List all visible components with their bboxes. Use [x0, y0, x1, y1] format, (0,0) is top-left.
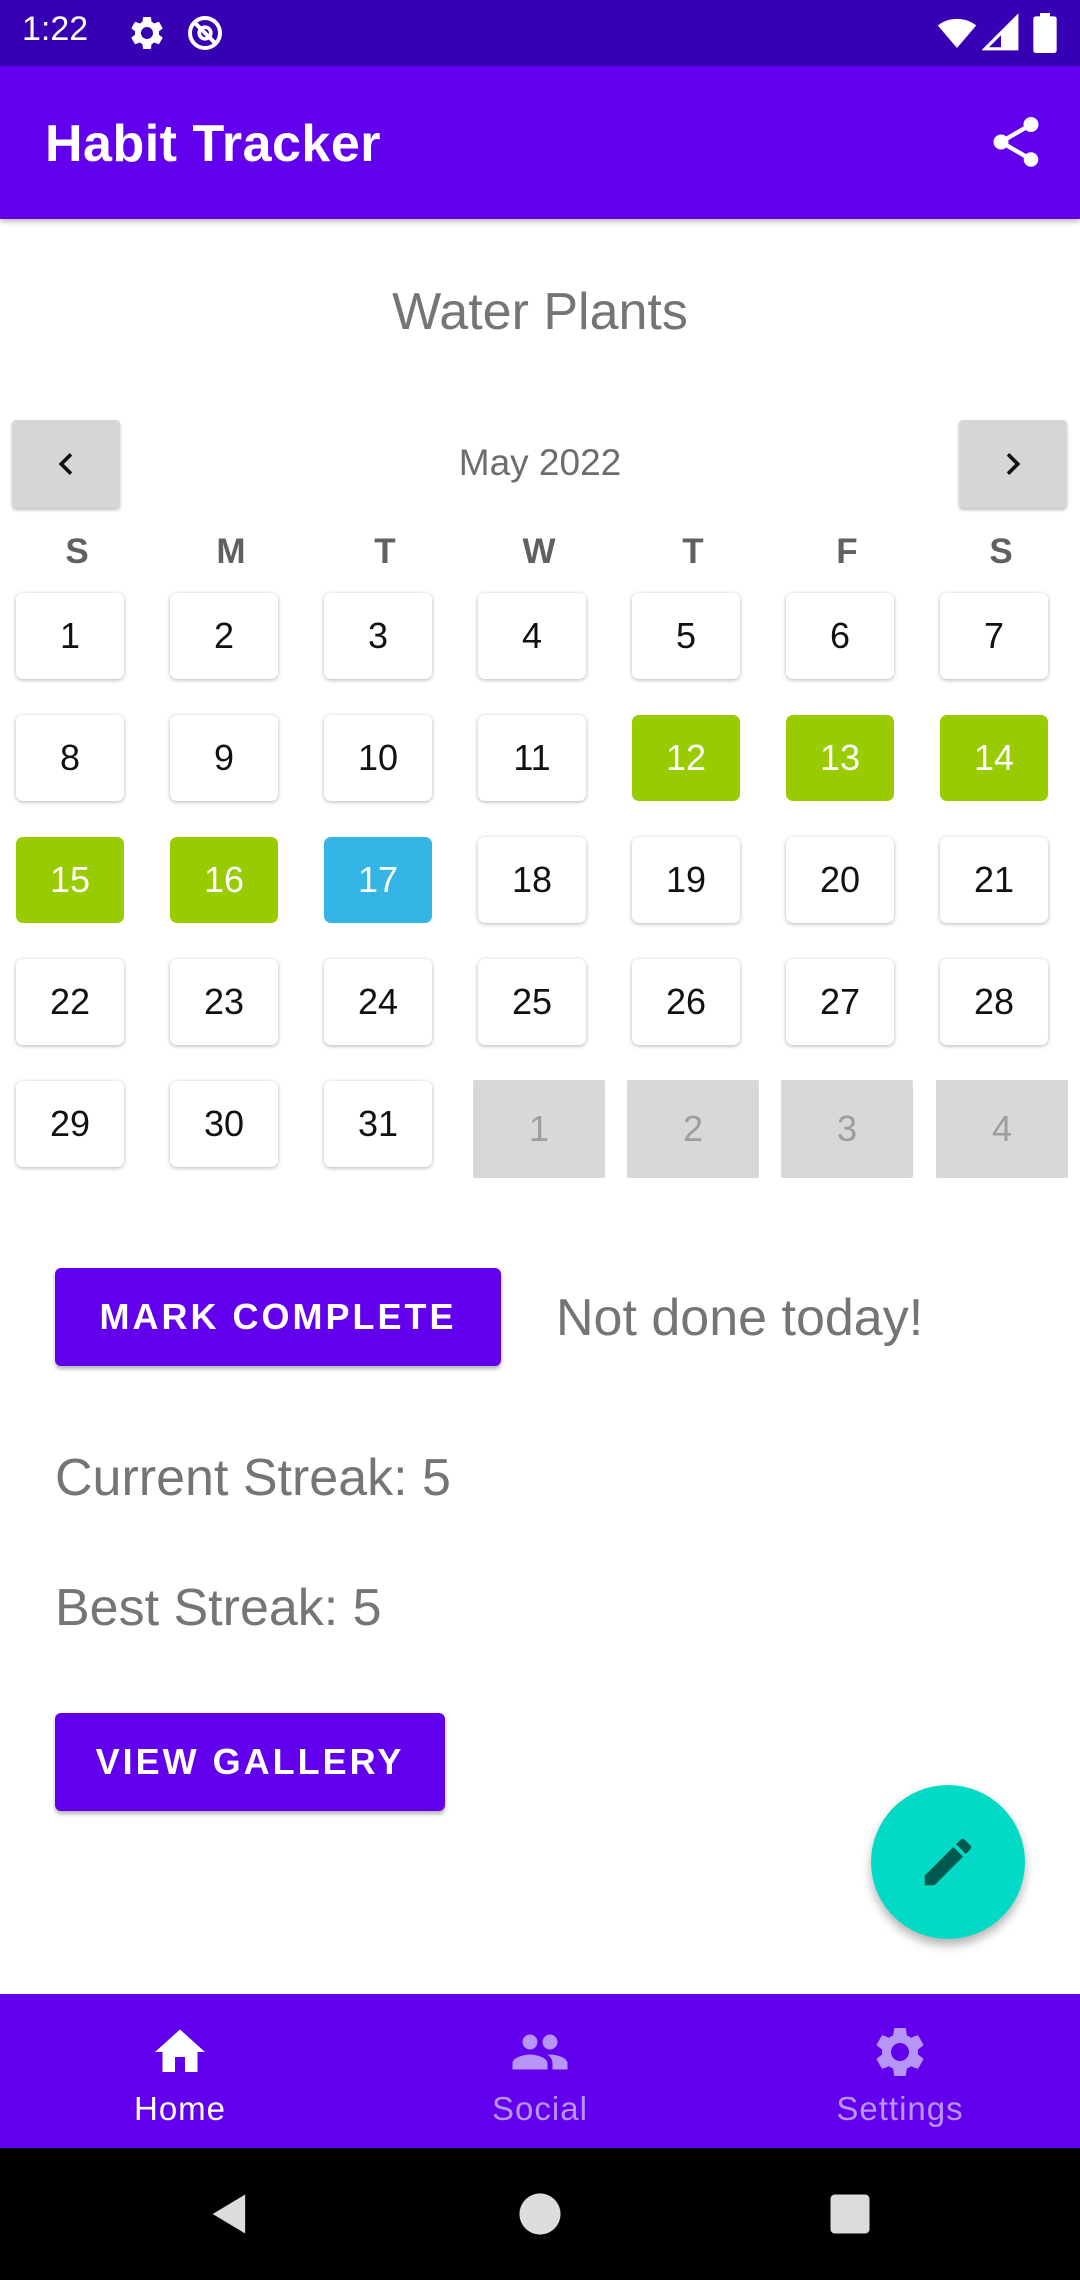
- nav-label-home: Home: [133, 2090, 227, 2127]
- app-bar: Habit Tracker: [0, 66, 1080, 219]
- calendar-day[interactable]: 21: [940, 837, 1048, 923]
- calendar-day[interactable]: 19: [632, 837, 740, 923]
- calendar-day-completed[interactable]: 14: [940, 715, 1048, 801]
- weekday-label: S: [65, 532, 89, 571]
- habit-title: Water Plants: [392, 283, 688, 341]
- weekday-label: T: [374, 532, 396, 571]
- calendar-day-other-month[interactable]: 3: [781, 1080, 913, 1178]
- calendar-day[interactable]: 24: [324, 959, 432, 1045]
- recents-icon[interactable]: [824, 2188, 876, 2240]
- nav-label-settings: Settings: [836, 2090, 964, 2127]
- edit-habit-fab[interactable]: [871, 1785, 1025, 1939]
- calendar-day[interactable]: 3: [324, 593, 432, 679]
- nav-label-social: Social: [492, 2090, 588, 2127]
- calendar-day[interactable]: 9: [170, 715, 278, 801]
- calendar-day-other-month[interactable]: 4: [936, 1080, 1068, 1178]
- chevron-right-icon: [1006, 453, 1021, 475]
- calendar-day[interactable]: 22: [16, 959, 124, 1045]
- weekday-label: T: [682, 532, 704, 571]
- settings-status-icon: [131, 16, 163, 49]
- home-icon: [155, 2029, 205, 2072]
- battery-icon: [1033, 13, 1057, 53]
- calendar-day-completed[interactable]: 13: [786, 715, 894, 801]
- back-icon[interactable]: [204, 2188, 256, 2240]
- calendar-day-today[interactable]: 17: [324, 837, 432, 923]
- cell-signal-icon: [982, 13, 1019, 51]
- calendar-day[interactable]: 2: [170, 593, 278, 679]
- calendar-day[interactable]: 5: [632, 593, 740, 679]
- nav-item-social[interactable]: Social: [360, 1994, 720, 2148]
- do-not-disturb-icon: [188, 16, 222, 50]
- calendar-day[interactable]: 30: [170, 1081, 278, 1167]
- nav-item-settings[interactable]: Settings: [720, 1994, 1080, 2148]
- calendar-day[interactable]: 27: [786, 959, 894, 1045]
- calendar-day-completed[interactable]: 16: [170, 837, 278, 923]
- calendar-day[interactable]: 23: [170, 959, 278, 1045]
- calendar-month-label: May 2022: [458, 442, 622, 483]
- home-circle-icon[interactable]: [514, 2188, 566, 2240]
- best-streak-text: Best Streak: 5: [55, 1579, 382, 1637]
- calendar-day[interactable]: 1: [16, 593, 124, 679]
- gear-icon: [876, 2028, 924, 2076]
- current-streak-text: Current Streak: 5: [55, 1449, 451, 1507]
- calendar-day[interactable]: 8: [16, 715, 124, 801]
- calendar-day[interactable]: 28: [940, 959, 1048, 1045]
- share-icon[interactable]: [986, 112, 1046, 172]
- calendar-day[interactable]: 20: [786, 837, 894, 923]
- calendar-day[interactable]: 6: [786, 593, 894, 679]
- weekday-label: S: [989, 532, 1013, 571]
- system-navigation-bar: [0, 2148, 1080, 2280]
- mark-complete-button[interactable]: MARK COMPLETE: [55, 1268, 501, 1366]
- calendar-day[interactable]: 11: [478, 715, 586, 801]
- status-bar: 1:22: [0, 0, 1080, 66]
- calendar-day[interactable]: 4: [478, 593, 586, 679]
- calendar-day[interactable]: 26: [632, 959, 740, 1045]
- weekday-label: W: [522, 532, 556, 571]
- pencil-icon: [924, 1838, 972, 1886]
- calendar-day[interactable]: 29: [16, 1081, 124, 1167]
- calendar-day[interactable]: 18: [478, 837, 586, 923]
- app-title: Habit Tracker: [45, 115, 381, 173]
- calendar-day[interactable]: 7: [940, 593, 1048, 679]
- next-month-button[interactable]: [959, 420, 1067, 508]
- view-gallery-button[interactable]: VIEW GALLERY: [55, 1713, 445, 1811]
- bottom-navigation: Home Social Settings: [0, 1994, 1080, 2148]
- calendar-day-other-month[interactable]: 2: [627, 1080, 759, 1178]
- calendar-day-other-month[interactable]: 1: [473, 1080, 605, 1178]
- status-time: 1:22: [22, 10, 89, 48]
- weekday-label: M: [216, 532, 246, 571]
- weekday-label: F: [836, 532, 858, 571]
- calendar-day-completed[interactable]: 12: [632, 715, 740, 801]
- calendar-day[interactable]: 31: [324, 1081, 432, 1167]
- nav-item-home[interactable]: Home: [0, 1994, 360, 2148]
- calendar-day[interactable]: 25: [478, 959, 586, 1045]
- wifi-icon: [937, 18, 977, 48]
- people-icon: [512, 2034, 568, 2070]
- calendar-day[interactable]: 10: [324, 715, 432, 801]
- calendar-day-completed[interactable]: 15: [16, 837, 124, 923]
- today-status-text: Not done today!: [556, 1289, 924, 1347]
